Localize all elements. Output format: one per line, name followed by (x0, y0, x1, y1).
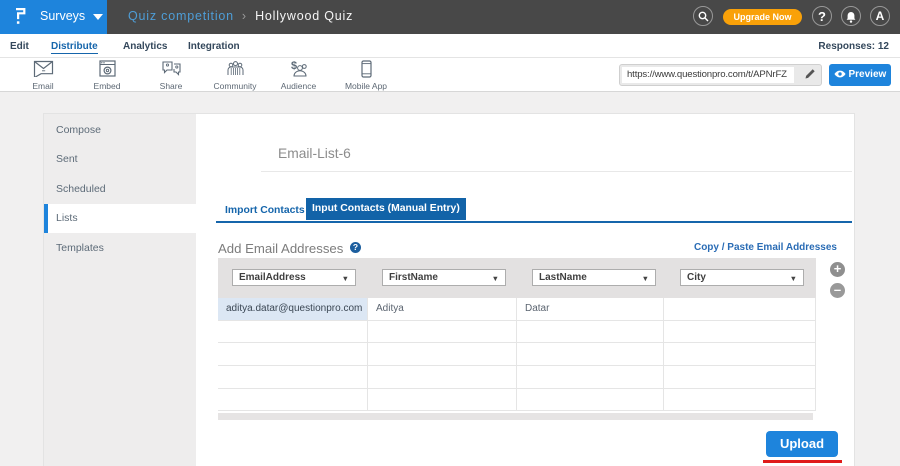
svg-text:$: $ (291, 60, 297, 72)
